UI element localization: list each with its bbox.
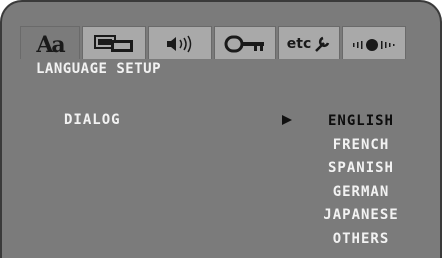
tab-etc[interactable]: etc [278, 26, 340, 60]
language-setup-panel: LANGUAGE SETUP DIALOG ENGLISH FRENCH SPA… [20, 59, 430, 258]
key-icon [224, 35, 266, 53]
wrench-icon: etc [287, 35, 332, 53]
level-icon [351, 35, 397, 53]
option-others[interactable]: OTHERS [316, 228, 406, 252]
option-english[interactable]: ENGLISH [316, 110, 406, 134]
tab-audio[interactable] [148, 26, 212, 60]
option-spanish[interactable]: SPANISH [316, 157, 406, 181]
dialog-setting-label[interactable]: DIALOG [64, 112, 121, 128]
selection-arrow-icon [282, 115, 292, 125]
page-title: LANGUAGE SETUP [36, 61, 162, 77]
tab-parental[interactable] [214, 26, 276, 60]
option-german[interactable]: GERMAN [316, 181, 406, 205]
tab-display[interactable] [82, 26, 146, 60]
setup-tab-bar: Aa etc [20, 26, 430, 62]
setup-menu-window: Aa etc LANGUAGE SETUP DIALOG ENGLISH FRE… [0, 0, 442, 258]
speaker-icon [165, 35, 195, 53]
option-japanese[interactable]: JAPANESE [316, 204, 406, 228]
option-french[interactable]: FRENCH [316, 134, 406, 158]
tab-setup-level[interactable] [342, 26, 406, 60]
dialog-language-list: ENGLISH FRENCH SPANISH GERMAN JAPANESE O… [316, 110, 406, 251]
display-icon [93, 34, 135, 53]
tab-language[interactable]: Aa [20, 26, 80, 62]
language-icon: Aa [36, 31, 65, 58]
